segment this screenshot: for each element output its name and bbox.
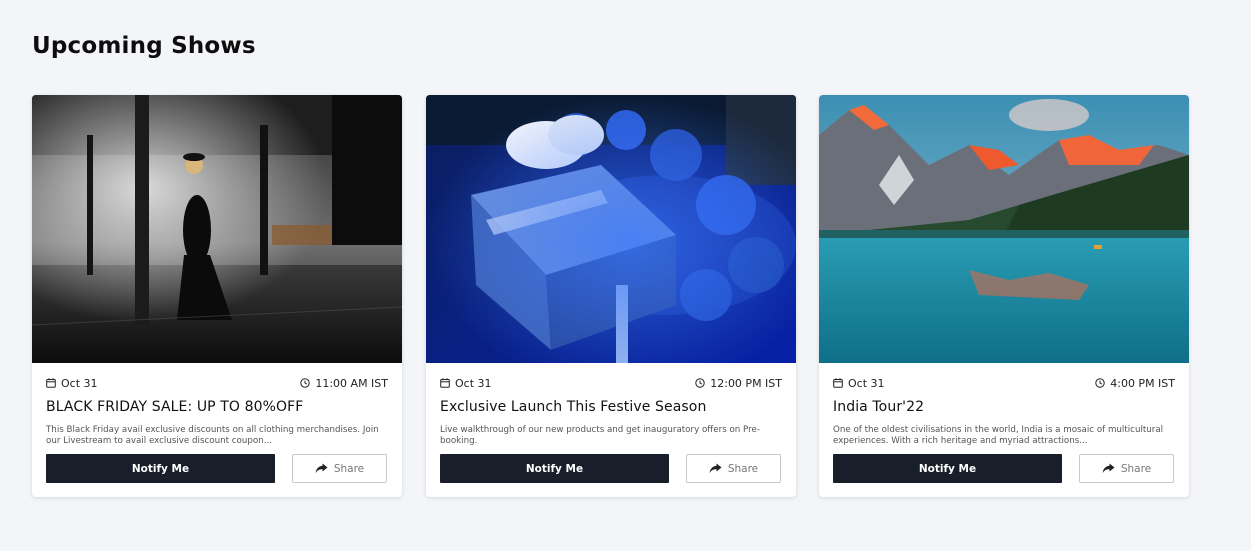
show-time: 12:00 PM IST	[695, 377, 782, 390]
show-time: 4:00 PM IST	[1095, 377, 1175, 390]
show-title: BLACK FRIDAY SALE: UP TO 80%OFF	[46, 399, 304, 415]
show-card[interactable]: Oct 31 12:00 PM IST Exclusive Launch Thi…	[426, 95, 796, 497]
mountain-lake-image[interactable]	[819, 95, 1189, 363]
show-description: Live walkthrough of our new products and…	[440, 425, 761, 446]
date-text: Oct 31	[455, 376, 492, 390]
clock-icon	[695, 378, 705, 388]
share-button[interactable]: Share	[1079, 454, 1174, 483]
share-label: Share	[333, 462, 365, 475]
date-text: Oct 31	[848, 376, 885, 390]
page-title: Upcoming Shows	[32, 33, 256, 59]
show-card[interactable]: Oct 31 4:00 PM IST India Tour'22 One of …	[819, 95, 1189, 497]
show-date: Oct 31	[46, 377, 98, 390]
share-arrow-icon	[1102, 463, 1115, 474]
time-text: 11:00 AM IST	[315, 376, 388, 390]
clock-icon	[1095, 378, 1105, 388]
share-label: Share	[1120, 462, 1152, 475]
show-title: Exclusive Launch This Festive Season	[440, 399, 707, 415]
show-title: India Tour'22	[833, 399, 925, 415]
fashion-runway-image[interactable]	[32, 95, 402, 363]
calendar-icon	[46, 378, 56, 388]
share-arrow-icon	[315, 463, 328, 474]
calendar-icon	[440, 378, 450, 388]
show-meta: Oct 31 4:00 PM IST	[833, 376, 1175, 390]
notify-me-button[interactable]: Notify Me	[833, 454, 1062, 483]
notify-me-button[interactable]: Notify Me	[440, 454, 669, 483]
clock-icon	[300, 378, 311, 388]
share-button[interactable]: Share	[686, 454, 781, 483]
notify-me-button[interactable]: Notify Me	[46, 454, 275, 483]
show-card[interactable]: Oct 31 11:00 AM IST BLACK FRIDAY SALE: U…	[32, 95, 402, 497]
show-description: This Black Friday avail exclusive discou…	[46, 425, 379, 446]
share-arrow-icon	[709, 463, 722, 474]
show-date: Oct 31	[833, 377, 885, 390]
show-description: One of the oldest civilisations in the w…	[833, 425, 1164, 446]
time-text: 12:00 PM IST	[710, 376, 782, 390]
calendar-icon	[833, 378, 843, 388]
time-text: 4:00 PM IST	[1110, 376, 1175, 390]
share-label: Share	[727, 462, 759, 475]
share-button[interactable]: Share	[292, 454, 387, 483]
show-date: Oct 31	[440, 377, 492, 390]
show-time: 11:00 AM IST	[300, 377, 388, 390]
show-meta: Oct 31 11:00 AM IST	[46, 376, 388, 390]
gift-box-image[interactable]	[426, 95, 796, 363]
date-text: Oct 31	[61, 376, 98, 390]
show-meta: Oct 31 12:00 PM IST	[440, 376, 782, 390]
